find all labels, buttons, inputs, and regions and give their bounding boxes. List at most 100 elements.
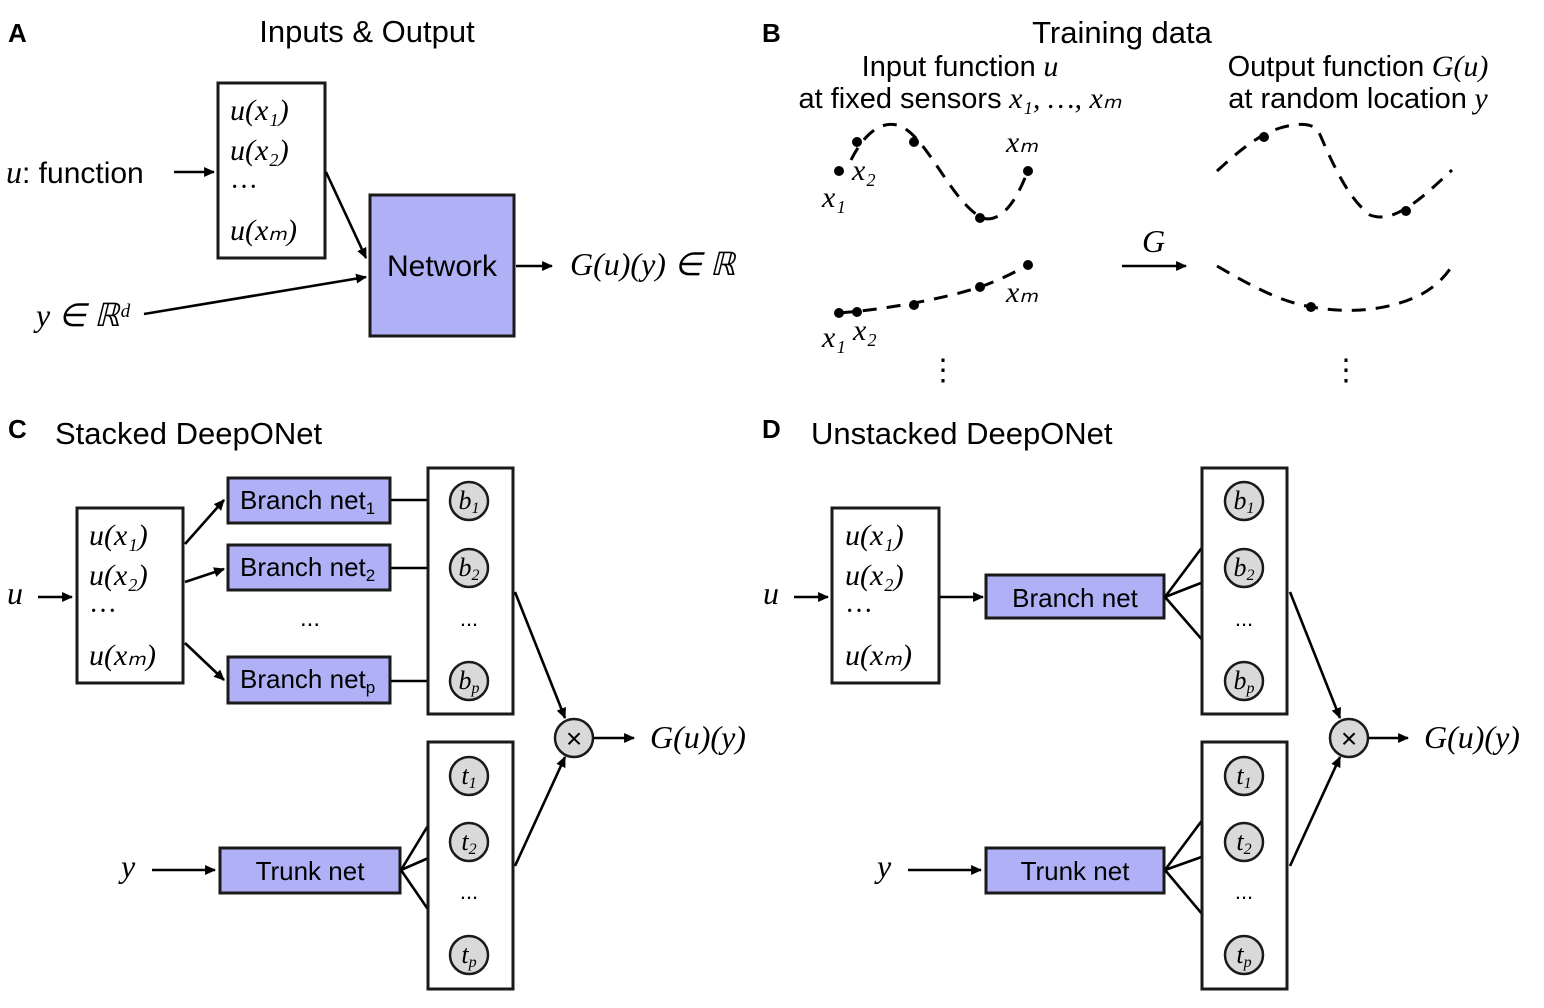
arrow-trunk-to-product: [1288, 756, 1342, 867]
sensor-label-x2: x₂: [852, 314, 877, 347]
sensor-value-m: u(xₘ): [230, 214, 297, 247]
output-label: G(u)(y): [650, 719, 746, 755]
input-curve-1: [849, 122, 1030, 221]
panel-d-title: Unstacked DeepONet: [811, 416, 1113, 451]
svg-text:Trunk net: Trunk net: [1021, 856, 1131, 886]
input-function-header-line2: at fixed sensors x₁, …, xₘ: [798, 82, 1121, 115]
branch-net-2: Branch net2: [226, 543, 392, 592]
node-b1: b1: [448, 480, 490, 522]
panel-b-letter: B: [762, 18, 781, 48]
node-b2: b2: [448, 547, 490, 589]
sensor-point: [975, 213, 985, 223]
output-continuation-dots: ⋮: [1331, 354, 1361, 387]
input-function-label: u: function: [6, 154, 144, 190]
input-function-header-line1: Input function u: [862, 50, 1059, 83]
node-bp: bp: [448, 660, 490, 702]
branch-node-ellipsis: ...: [1235, 606, 1253, 631]
arrow-trunk-to-product: [513, 756, 567, 867]
output-function-header-line2: at random location y: [1228, 82, 1488, 115]
input-continuation-dots: ⋮: [928, 354, 958, 387]
trunk-node-ellipsis: ...: [1235, 879, 1253, 904]
arrow-to-branch-p: [184, 642, 225, 681]
branch-net: Branch net: [984, 573, 1166, 620]
output-sample-point: [1259, 132, 1269, 142]
multiply-icon: ×: [1341, 723, 1357, 754]
input-curve-2: [838, 263, 1029, 315]
multiply-icon: ×: [566, 723, 582, 754]
sensor-value-2: u(x₂): [230, 134, 289, 167]
node-tp: tp: [448, 934, 490, 976]
node-b2: b2: [1223, 547, 1265, 589]
output-function-header-line1: Output function G(u): [1228, 50, 1489, 83]
sensor-value-1: u(x₁): [845, 519, 904, 552]
y-domain-label: y ∈ ℝᵈ: [33, 297, 130, 333]
trunk-input-y-label: y: [874, 848, 892, 884]
node-t1: t1: [1223, 755, 1265, 797]
panel-d-letter: D: [762, 414, 781, 444]
output-sample-point: [1401, 206, 1411, 216]
output-curve-1: [1215, 122, 1454, 219]
sensor-value-1: u(x₁): [89, 519, 148, 552]
product-node: ×: [1328, 717, 1370, 759]
output-sample-point: [1306, 302, 1316, 312]
input-u-label: u: [7, 575, 23, 611]
branch-net-p: Branch netp: [226, 655, 392, 705]
sensor-label-x1: x₁: [821, 321, 846, 354]
sensor-label-x1: x₁: [821, 181, 846, 214]
sensor-value-m: u(xₘ): [89, 639, 156, 672]
output-label: G(u)(y): [1424, 719, 1520, 755]
deeponet-figure: A Inputs & Output u: function u(x₁) u(x₂…: [6, 14, 1520, 991]
input-u-label: u: [763, 575, 779, 611]
network-label: Network: [387, 250, 498, 283]
node-t2: t2: [1223, 821, 1265, 863]
sensor-point-xm: [1023, 260, 1033, 270]
panel-c-letter: C: [8, 414, 27, 444]
sensor-label-xm: xₘ: [1005, 276, 1038, 309]
panel-a: A Inputs & Output u: function u(x₁) u(x₂…: [6, 14, 737, 338]
node-t1: t1: [448, 755, 490, 797]
sensor-point-xm: [1023, 166, 1033, 176]
arrow-y-to-network: [143, 273, 368, 316]
node-bp: bp: [1223, 660, 1265, 702]
panel-a-letter: A: [8, 18, 27, 48]
sensor-point: [975, 282, 985, 292]
arrow-branch-to-product: [513, 591, 567, 720]
panel-d: D Unstacked DeepONet u u(x₁) u(x₂) ··· u…: [762, 414, 1520, 991]
panel-a-title: Inputs & Output: [259, 14, 475, 49]
svg-text:Branch net2: Branch net2: [240, 552, 375, 585]
trunk-node-ellipsis: ...: [460, 879, 478, 904]
svg-text:Branch netp: Branch netp: [240, 664, 375, 697]
node-t2: t2: [448, 821, 490, 863]
arrow-branch-to-product: [1288, 591, 1342, 720]
node-b1: b1: [1223, 480, 1265, 522]
branch-node-ellipsis: ...: [460, 606, 478, 631]
output-curve-2: [1216, 264, 1454, 312]
sensor-value-2: u(x₂): [89, 559, 148, 592]
panel-c-title: Stacked DeepONet: [55, 416, 322, 451]
arrow-sensors-to-network: [324, 171, 368, 259]
output-label: G(u)(y) ∈ ℝ: [570, 246, 737, 282]
sensor-ellipsis: ···: [845, 596, 873, 627]
trunk-net: Trunk net: [218, 846, 402, 895]
svg-text:Branch net1: Branch net1: [240, 485, 375, 518]
product-node: ×: [553, 717, 595, 759]
sensor-point-x1: [834, 166, 844, 176]
operator-label: G: [1142, 223, 1165, 259]
arrow-to-branch-2: [184, 567, 226, 584]
sensor-value-2: u(x₂): [845, 559, 904, 592]
sensor-ellipsis: ···: [89, 596, 117, 627]
branch-net-1: Branch net1: [226, 476, 392, 525]
sensor-label-xm: xₘ: [1005, 126, 1038, 159]
sensor-ellipsis: ···: [230, 172, 258, 203]
svg-text:Branch net: Branch net: [1012, 583, 1139, 613]
panel-b: B Training data Input function u at fixe…: [762, 15, 1488, 387]
sensor-point-x1: [834, 308, 844, 318]
sensor-value-1: u(x₁): [230, 94, 289, 127]
panel-c: C Stacked DeepONet u u(x₁) u(x₂) ··· u(x…: [7, 414, 746, 991]
sensor-value-m: u(xₘ): [845, 639, 912, 672]
node-tp: tp: [1223, 934, 1265, 976]
panel-b-title: Training data: [1032, 15, 1213, 50]
trunk-net: Trunk net: [984, 846, 1166, 895]
sensor-point: [909, 137, 919, 147]
svg-text:Trunk net: Trunk net: [256, 856, 366, 886]
